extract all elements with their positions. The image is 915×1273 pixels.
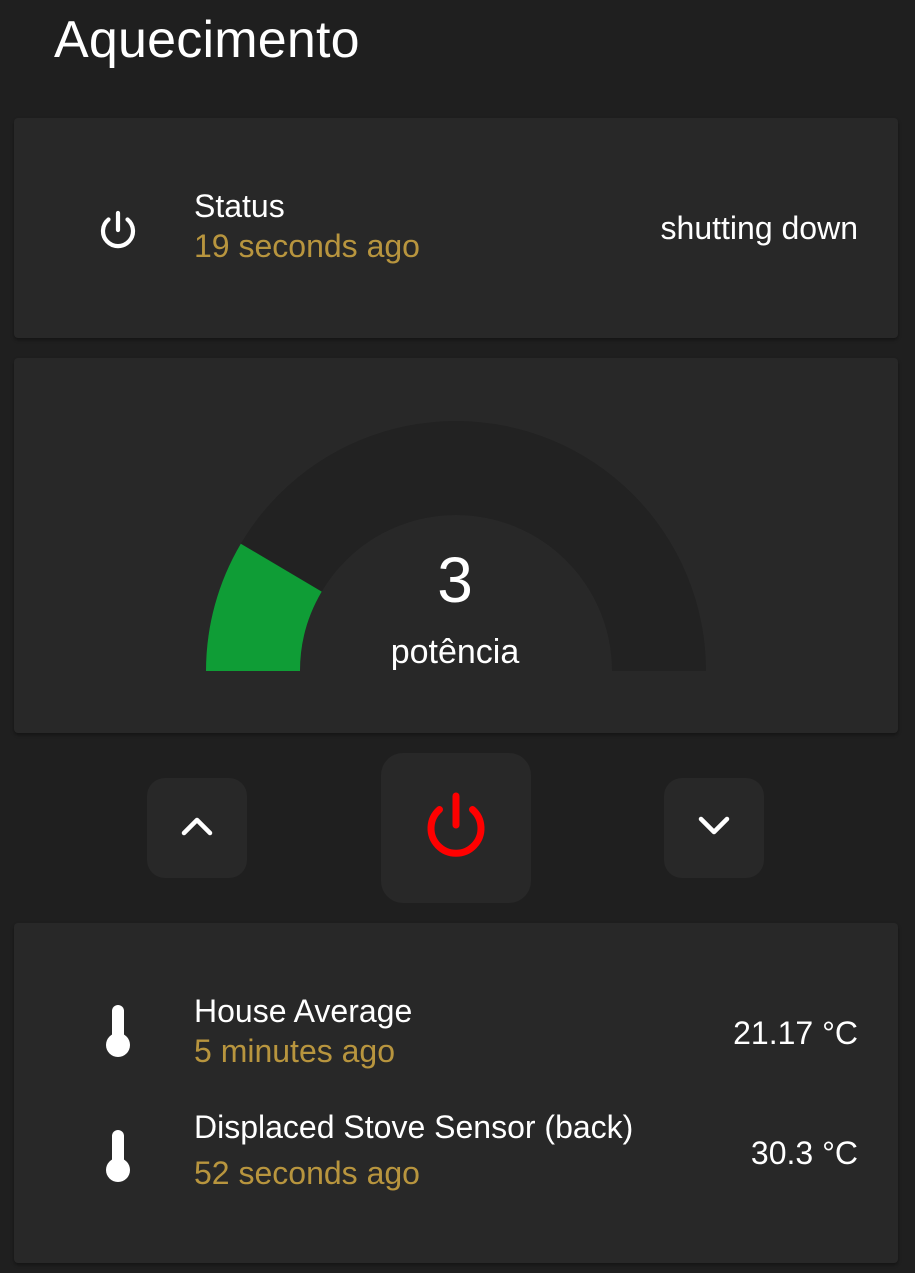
sensor-last-changed: 5 minutes ago [194,1033,396,1069]
status-state: shutting down [660,210,858,246]
sensor-row-house-average[interactable]: House Average 5 minutes ago [194,991,412,1071]
gauge-label: potência [390,633,520,671]
sensors-card: House Average 5 minutes ago 21.17 °C Dis… [14,923,898,1263]
chevron-down-icon [696,814,732,843]
sensor-name: House Average [194,993,413,1029]
status-name: Status [194,188,285,224]
gauge-card[interactable]: 3 potência [14,358,898,733]
sensor-name: Displaced Stove Sensor (back) [194,1109,634,1145]
page-title: Aquecimento [54,11,360,69]
increase-button[interactable] [147,778,247,878]
thermometer-icon [80,1118,156,1194]
sensor-value: 30.3 °C [750,1135,858,1171]
sensor-value: 21.17 °C [733,1015,858,1051]
power-button[interactable] [381,753,531,903]
sensor-row-displaced-stove[interactable]: Displaced Stove Sensor (back) 52 seconds… [194,1107,633,1193]
decrease-button[interactable] [664,778,764,878]
power-icon [420,790,492,867]
status-card: Status 19 seconds ago shutting down [14,118,898,338]
power-icon [80,193,156,269]
status-entity[interactable]: Status 19 seconds ago [194,186,420,266]
thermometer-icon [80,993,156,1069]
sensor-last-changed: 52 seconds ago [194,1155,420,1191]
status-last-changed: 19 seconds ago [194,228,420,264]
chevron-up-icon [179,814,215,843]
gauge-value: 3 [437,544,473,616]
